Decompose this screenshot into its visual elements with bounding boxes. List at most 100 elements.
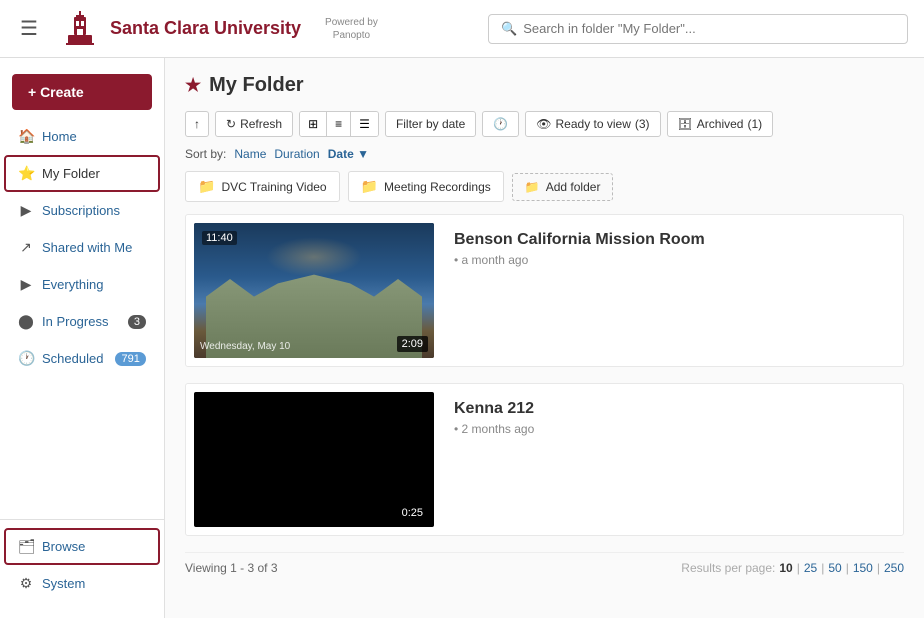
- topbar: ☰ Santa Clara University Powered by Pano…: [0, 0, 924, 58]
- list-detail-view-button[interactable]: ≡: [327, 112, 351, 136]
- system-link[interactable]: System: [42, 576, 85, 591]
- sidebar-item-home[interactable]: 🏠 Home: [0, 118, 164, 155]
- video-meta: a month ago: [454, 253, 891, 267]
- video-thumbnail-benson: 11:40 Wednesday, May 10 2:09: [194, 223, 434, 358]
- per-page-150[interactable]: 150: [853, 561, 873, 575]
- search-icon: 🔍: [501, 21, 517, 37]
- my-folder-label: My Folder: [42, 166, 100, 181]
- per-page-10[interactable]: 10: [779, 561, 792, 575]
- archive-icon: 🗄: [678, 117, 693, 131]
- divider: |: [821, 561, 824, 575]
- up-button[interactable]: ↑: [185, 111, 209, 137]
- video-time-label: 11:40: [202, 231, 237, 245]
- sidebar-item-browse[interactable]: 🗂 Browse: [4, 528, 160, 565]
- add-folder-label: Add folder: [546, 180, 601, 194]
- sidebar: + Create 🏠 Home ⭐ My Folder ▶ Subscripti…: [0, 58, 165, 618]
- sort-date-button[interactable]: Date ▼: [328, 147, 369, 161]
- search-input[interactable]: [523, 21, 895, 36]
- up-arrow-icon: ↑: [194, 117, 200, 131]
- grid-view-button[interactable]: ⊞: [300, 112, 327, 136]
- folder-meeting-label: Meeting Recordings: [384, 180, 491, 194]
- video-date-stamp: Wednesday, May 10: [200, 341, 290, 352]
- logo-area: Santa Clara University: [58, 7, 301, 51]
- in-progress-badge: 3: [128, 315, 146, 329]
- clock-icon: 🕐: [493, 117, 508, 131]
- archived-button[interactable]: 🗄 Archived (1): [667, 111, 774, 137]
- add-folder-icon: 📁: [525, 180, 540, 194]
- share-icon: ↗: [18, 239, 34, 256]
- home-link[interactable]: Home: [42, 129, 77, 144]
- divider: |: [877, 561, 880, 575]
- viewing-text: Viewing 1 - 3 of 3: [185, 561, 278, 575]
- content-footer: Viewing 1 - 3 of 3 Results per page: 10 …: [185, 552, 904, 575]
- list-view-button[interactable]: ☰: [351, 112, 378, 136]
- sort-duration-button[interactable]: Duration: [274, 147, 319, 161]
- star-icon: ⭐: [18, 165, 34, 182]
- sidebar-item-system[interactable]: ⚙ System: [0, 565, 164, 602]
- sidebar-nav: 🏠 Home ⭐ My Folder ▶ Subscriptions ↗ Sha…: [0, 118, 164, 519]
- hamburger-button[interactable]: ☰: [16, 12, 42, 45]
- video-duration-badge: 0:25: [397, 505, 428, 521]
- video-item-benson[interactable]: 11:40 Wednesday, May 10 2:09 Benson Cali…: [185, 214, 904, 367]
- create-button[interactable]: + Create: [12, 74, 152, 110]
- refresh-icon: ↻: [226, 117, 236, 131]
- filter-date-button[interactable]: Filter by date: [385, 111, 476, 137]
- scheduled-icon: 🕐: [18, 350, 34, 367]
- folder-red-icon: 📁: [198, 178, 215, 195]
- in-progress-link[interactable]: In Progress: [42, 314, 108, 329]
- sidebar-item-shared-with-me[interactable]: ↗ Shared with Me: [0, 229, 164, 266]
- university-logo-icon: [58, 7, 102, 51]
- sidebar-item-my-folder[interactable]: ⭐ My Folder: [4, 155, 160, 192]
- subscriptions-link[interactable]: Subscriptions: [42, 203, 120, 218]
- page-title: My Folder: [209, 74, 303, 97]
- powered-by: Powered by Panopto: [325, 16, 378, 42]
- shared-link[interactable]: Shared with Me: [42, 240, 132, 255]
- sort-by-label: Sort by:: [185, 147, 226, 161]
- main-content: ★ My Folder ↑ ↻ Refresh ⊞ ≡ ☰ Filter by …: [165, 58, 924, 618]
- folder-meeting-recordings[interactable]: 📁 Meeting Recordings: [348, 171, 504, 202]
- folder-row: 📁 DVC Training Video 📁 Meeting Recording…: [185, 171, 904, 202]
- video-title: Kenna 212: [454, 400, 891, 418]
- per-page-250[interactable]: 250: [884, 561, 904, 575]
- folder-gray-icon: 📁: [361, 178, 378, 195]
- everything-link[interactable]: Everything: [42, 277, 103, 292]
- browse-icon: 🗂: [18, 538, 34, 555]
- per-page-50[interactable]: 50: [828, 561, 841, 575]
- sort-bar: Sort by: Name Duration Date ▼: [185, 147, 904, 161]
- subscriptions-icon: ▶: [18, 202, 34, 219]
- folder-star-icon: ★: [185, 75, 201, 96]
- view-toggle-group: ⊞ ≡ ☰: [299, 111, 379, 137]
- search-bar[interactable]: 🔍: [488, 14, 908, 44]
- toolbar: ↑ ↻ Refresh ⊞ ≡ ☰ Filter by date 🕐 👁 Rea…: [185, 111, 904, 137]
- clock-button[interactable]: 🕐: [482, 111, 519, 137]
- folder-dvc-label: DVC Training Video: [221, 180, 326, 194]
- everything-icon: ▶: [18, 276, 34, 293]
- in-progress-icon: ⬤: [18, 313, 34, 330]
- video-meta: 2 months ago: [454, 422, 891, 436]
- per-page-label: Results per page:: [681, 561, 775, 575]
- sidebar-item-subscriptions[interactable]: ▶ Subscriptions: [0, 192, 164, 229]
- home-icon: 🏠: [18, 128, 34, 145]
- refresh-button[interactable]: ↻ Refresh: [215, 111, 293, 137]
- page-title-area: ★ My Folder: [185, 74, 904, 97]
- per-page-group: Results per page: 10 | 25 | 50 | 150 | 2…: [681, 561, 904, 575]
- sort-name-button[interactable]: Name: [234, 147, 266, 161]
- sidebar-item-everything[interactable]: ▶ Everything: [0, 266, 164, 303]
- ready-to-view-button[interactable]: 👁 Ready to view (3): [525, 111, 660, 137]
- settings-icon: ⚙: [18, 575, 34, 592]
- main-layout: + Create 🏠 Home ⭐ My Folder ▶ Subscripti…: [0, 58, 924, 618]
- browse-link[interactable]: Browse: [42, 539, 85, 554]
- logo-text: Santa Clara University: [110, 18, 301, 39]
- sidebar-item-in-progress[interactable]: ⬤ In Progress 3: [0, 303, 164, 340]
- scheduled-link[interactable]: Scheduled: [42, 351, 103, 366]
- video-thumbnail-kenna: 0:25: [194, 392, 434, 527]
- per-page-25[interactable]: 25: [804, 561, 817, 575]
- folder-dvc-training[interactable]: 📁 DVC Training Video: [185, 171, 340, 202]
- sidebar-bottom: 🗂 Browse ⚙ System: [0, 519, 164, 610]
- video-info-kenna: Kenna 212 2 months ago: [450, 392, 895, 527]
- sidebar-item-scheduled[interactable]: 🕐 Scheduled 791: [0, 340, 164, 377]
- video-title: Benson California Mission Room: [454, 231, 891, 249]
- add-folder-button[interactable]: 📁 Add folder: [512, 173, 614, 201]
- video-item-kenna[interactable]: 0:25 Kenna 212 2 months ago: [185, 383, 904, 536]
- video-info-benson: Benson California Mission Room a month a…: [450, 223, 895, 358]
